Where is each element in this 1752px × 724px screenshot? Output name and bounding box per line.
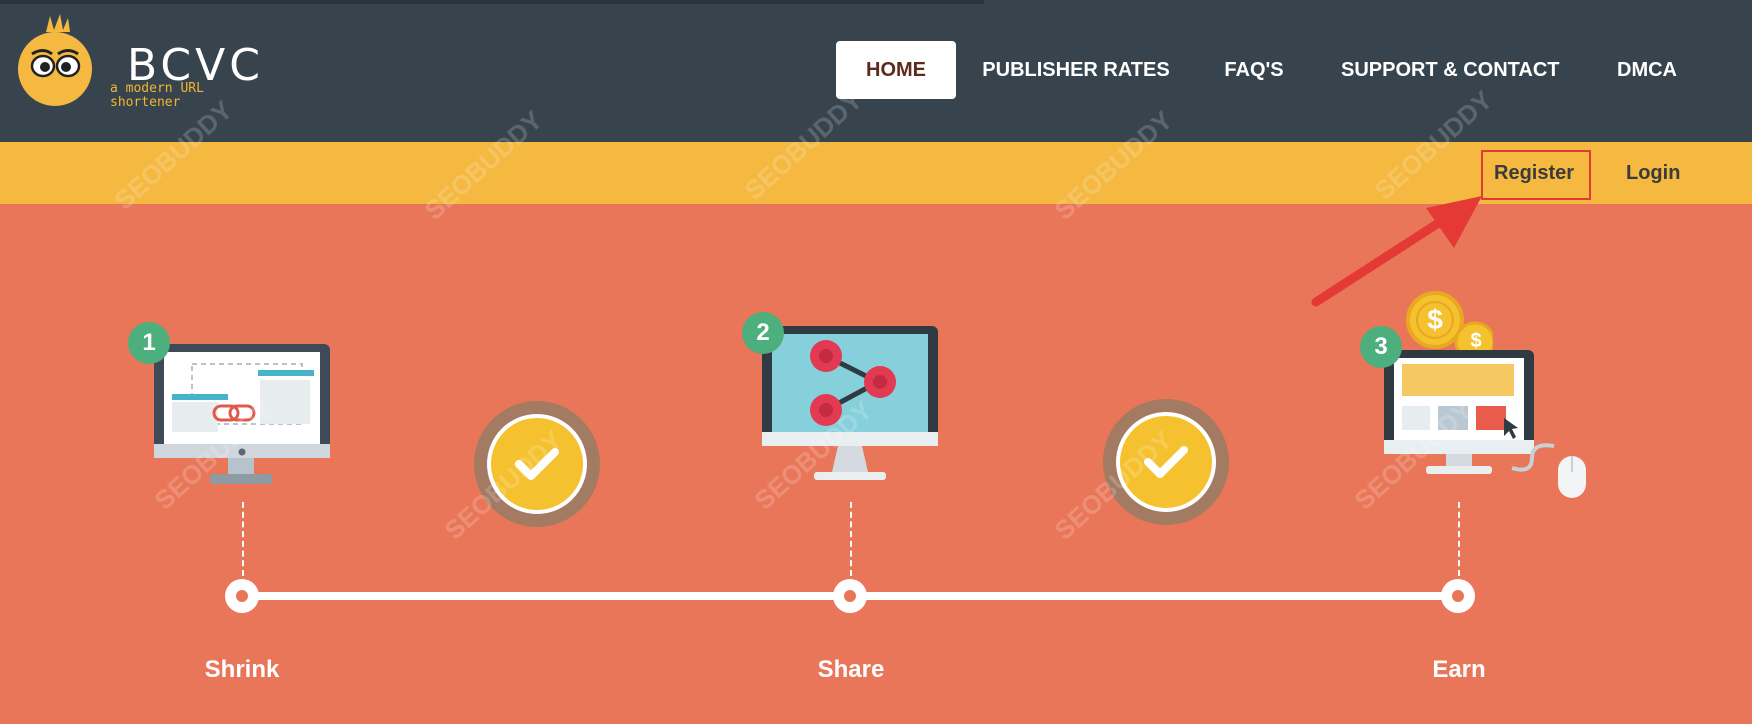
step-1-label: Shrink — [204, 656, 280, 683]
share-monitor-icon — [762, 326, 938, 480]
step-2-badge: 2 — [742, 312, 784, 354]
checkmark-icon — [474, 401, 600, 527]
step-1-node — [225, 579, 259, 613]
nav-publisher-rates[interactable]: PUBLISHER RATES — [982, 41, 1170, 99]
top-edge-divider — [0, 0, 984, 4]
step-3-badge: 3 — [1360, 326, 1402, 368]
brand-tagline: a modern URL shortener — [110, 81, 204, 110]
nav-faqs[interactable]: FAQ'S — [1218, 41, 1290, 99]
earn-monitor-icon — [1384, 350, 1586, 498]
step-3-label: Earn — [1432, 656, 1486, 683]
step-1-connector — [242, 502, 244, 576]
coin-symbol: $ — [1427, 304, 1443, 335]
login-link[interactable]: Login — [1626, 142, 1680, 204]
owl-mascot-icon — [18, 14, 92, 106]
nav-dmca[interactable]: DMCA — [1610, 41, 1684, 99]
step-2-label: Share — [817, 656, 885, 683]
nav-support-contact[interactable]: SUPPORT & CONTACT — [1341, 41, 1560, 99]
step-1-badge: 1 — [128, 322, 170, 364]
checkmark-icon — [1103, 399, 1229, 525]
step-3-connector — [1458, 502, 1460, 576]
step-3-node — [1441, 579, 1475, 613]
nav-home[interactable]: HOME — [836, 41, 956, 99]
top-navigation-bar: BCVC a modern URL shortener HOME PUBLISH… — [0, 0, 1752, 142]
shrink-monitor-icon — [154, 344, 330, 484]
step-2-connector — [850, 502, 852, 576]
site-logo[interactable]: BCVC a modern URL shortener — [16, 14, 260, 114]
step-2-node — [833, 579, 867, 613]
